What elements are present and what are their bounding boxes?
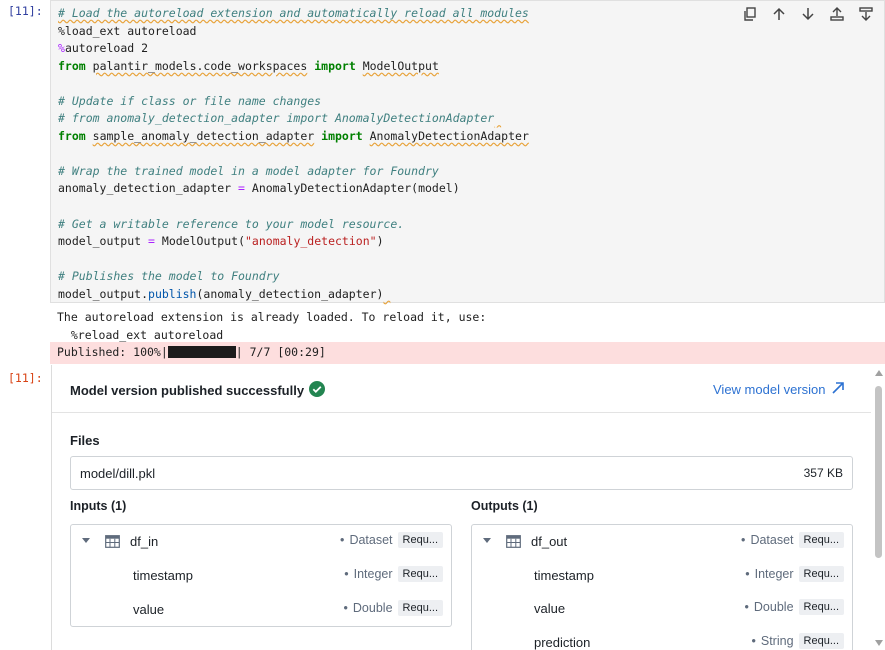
code-line: # from anomaly_detection_adapter import … bbox=[58, 111, 495, 126]
success-title: Model version published successfully bbox=[70, 381, 326, 400]
dataset-type: • Dataset Requ... bbox=[340, 532, 443, 548]
copy-icon[interactable] bbox=[740, 5, 760, 23]
inputs-heading: Inputs (1) bbox=[70, 499, 127, 513]
field-name: timestamp bbox=[133, 568, 193, 583]
success-title-text: Model version published successfully bbox=[70, 383, 305, 398]
scrollbar-thumb[interactable] bbox=[875, 386, 882, 558]
field-type-label: Double bbox=[352, 601, 393, 615]
field-type: • Integer Requ... bbox=[745, 566, 844, 582]
output-prompt: [11]: bbox=[8, 371, 43, 385]
insert-below-icon[interactable] bbox=[856, 5, 876, 23]
scroll-down-arrow-icon[interactable] bbox=[875, 640, 883, 646]
insert-above-icon[interactable] bbox=[827, 5, 847, 23]
code-cell[interactable]: # Load the autoreload extension and auto… bbox=[50, 0, 885, 303]
file-row: model/dill.pkl 357 KB bbox=[70, 456, 853, 490]
required-badge: Requ... bbox=[798, 633, 844, 649]
output-scrollbar[interactable] bbox=[871, 366, 885, 650]
field-name: prediction bbox=[534, 635, 591, 650]
input-prompt: [11]: bbox=[8, 4, 43, 18]
required-badge: Requ... bbox=[798, 566, 844, 582]
stdout-line: The autoreload extension is already load… bbox=[57, 310, 487, 324]
check-circle-icon bbox=[309, 381, 326, 400]
caret-down-icon[interactable] bbox=[82, 538, 90, 543]
files-heading: Files bbox=[70, 433, 100, 448]
field-row-value: value • Double Requ... bbox=[472, 592, 852, 626]
panel-header: Model version published successfully Vie… bbox=[52, 365, 872, 413]
code-line: # Wrap the trained model in a model adap… bbox=[58, 163, 439, 178]
field-row-value: value • Double Requ... bbox=[71, 593, 451, 627]
field-type: • String Requ... bbox=[751, 633, 844, 649]
outputs-heading: Outputs (1) bbox=[471, 499, 538, 513]
cell-toolbar bbox=[740, 5, 876, 23]
required-badge: Requ... bbox=[798, 599, 844, 615]
progress-line: Published: 100%| | 7/7 [00:29] bbox=[57, 345, 326, 359]
inputs-box: df_in • Dataset Requ... timestamp • Integ… bbox=[70, 524, 452, 627]
progress-prefix: Published: 100%| bbox=[57, 345, 168, 359]
arrow-top-right-icon bbox=[831, 381, 845, 398]
dataset-name: df_out bbox=[531, 534, 568, 549]
scroll-up-arrow-icon[interactable] bbox=[875, 370, 883, 376]
required-badge: Requ... bbox=[397, 600, 443, 616]
code-editor[interactable]: # Load the autoreload extension and auto… bbox=[58, 5, 529, 303]
move-up-icon[interactable] bbox=[769, 5, 789, 23]
dataset-row-df-in[interactable]: df_in • Dataset Requ... bbox=[71, 525, 451, 559]
dataset-row-df-out[interactable]: df_out • Dataset Requ... bbox=[472, 525, 852, 559]
field-type: • Double Requ... bbox=[344, 600, 443, 616]
field-name: value bbox=[534, 601, 566, 616]
code-line: model_output = ModelOutput("anomaly_dete… bbox=[58, 234, 384, 249]
table-icon bbox=[105, 535, 120, 553]
required-badge: Requ... bbox=[397, 532, 443, 548]
code-line: %load_ext autoreload bbox=[58, 23, 197, 38]
table-icon bbox=[506, 535, 521, 553]
progress-suffix: | 7/7 [00:29] bbox=[235, 345, 326, 359]
code-line: model_output.publish(anomaly_detection_a… bbox=[58, 286, 384, 301]
file-size: 357 KB bbox=[803, 466, 843, 480]
field-name: value bbox=[133, 602, 165, 617]
field-type-label: Integer bbox=[353, 567, 393, 581]
stdout-output: The autoreload extension is already load… bbox=[57, 309, 486, 344]
publish-result-panel: Model version published successfully Vie… bbox=[51, 365, 872, 650]
move-down-icon[interactable] bbox=[798, 5, 818, 23]
code-line: # Publishes the model to Foundry bbox=[58, 269, 280, 284]
outputs-box: df_out • Dataset Requ... timestamp • Inte… bbox=[471, 524, 853, 650]
file-name: model/dill.pkl bbox=[80, 466, 156, 481]
view-model-version-label: View model version bbox=[713, 382, 826, 397]
field-type-label: String bbox=[760, 634, 794, 648]
stderr-output: Published: 100%| | 7/7 [00:29] bbox=[50, 342, 885, 364]
code-line: # Get a writable reference to your model… bbox=[58, 216, 405, 231]
code-line: from palantir_models.code_workspaces imp… bbox=[58, 58, 439, 73]
dataset-name: df_in bbox=[130, 534, 159, 549]
code-line: %autoreload 2 bbox=[58, 41, 149, 56]
dataset-type: • Dataset Requ... bbox=[741, 532, 844, 548]
field-row-timestamp: timestamp • Integer Requ... bbox=[71, 559, 451, 593]
progress-bar bbox=[167, 346, 236, 358]
field-type: • Double Requ... bbox=[745, 599, 844, 615]
required-badge: Requ... bbox=[397, 566, 443, 582]
code-line: anomaly_detection_adapter = AnomalyDetec… bbox=[58, 181, 460, 196]
required-badge: Requ... bbox=[798, 532, 844, 548]
field-type-label: Double bbox=[753, 600, 794, 614]
field-row-prediction: prediction • String Requ... bbox=[472, 626, 852, 650]
field-name: timestamp bbox=[534, 568, 594, 583]
field-type: • Integer Requ... bbox=[344, 566, 443, 582]
field-type-label: Integer bbox=[754, 567, 794, 581]
caret-down-icon[interactable] bbox=[483, 538, 491, 543]
view-model-version-link[interactable]: View model version bbox=[713, 381, 845, 398]
dataset-kind: Dataset bbox=[750, 533, 794, 547]
dataset-kind: Dataset bbox=[349, 533, 393, 547]
field-row-timestamp: timestamp • Integer Requ... bbox=[472, 559, 852, 593]
code-line: # Update if class or file name changes bbox=[58, 93, 322, 108]
code-line: from sample_anomaly_detection_adapter im… bbox=[58, 128, 529, 143]
code-line: # Load the autoreload extension and auto… bbox=[58, 6, 529, 20]
